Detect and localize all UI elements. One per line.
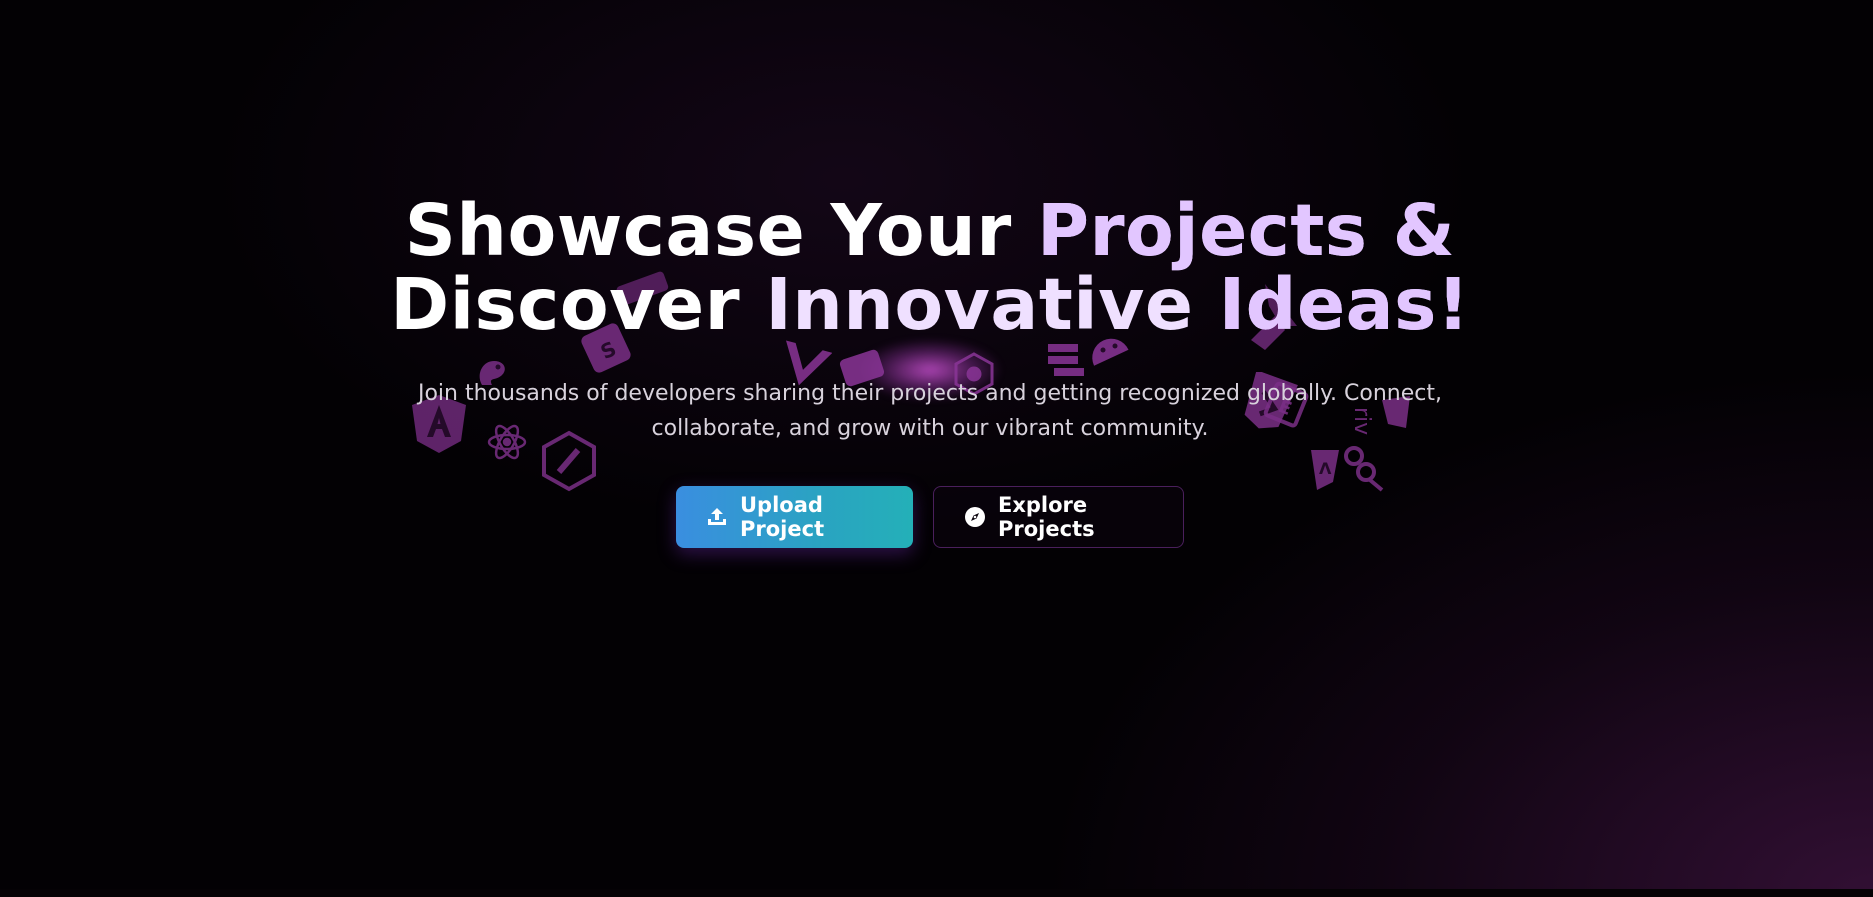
- hero-section: Showcase Your Projects & Discover Innova…: [0, 0, 1873, 897]
- hero-title-text: Discover: [390, 263, 766, 346]
- hero-title-text: Showcase Your: [404, 189, 1037, 272]
- hero-actions: Upload Project Explore Projects: [676, 486, 1184, 548]
- hero-title-accent: Projects &: [1036, 189, 1456, 272]
- compass-icon: [964, 506, 986, 528]
- upload-icon: [706, 506, 728, 528]
- explore-projects-label: Explore Projects: [998, 493, 1095, 541]
- hero-title-line-1: Showcase Your Projects &: [0, 194, 1860, 268]
- hero-title-text: Innovative: [765, 263, 1219, 346]
- landing-page: S E Ʌ riv Showcase Your Projects & Disco…: [0, 0, 1873, 897]
- bottom-edge: [0, 889, 1873, 897]
- hero-title-line-2: Discover Innovative Ideas!: [0, 268, 1860, 342]
- hero-subtitle: Join thousands of developers sharing the…: [417, 381, 1442, 441]
- hero-title-accent: Ideas!: [1218, 263, 1470, 346]
- upload-project-label: Upload Project: [740, 493, 825, 541]
- explore-projects-button[interactable]: Explore Projects: [933, 486, 1184, 548]
- upload-project-button[interactable]: Upload Project: [676, 486, 913, 548]
- hero-title: Showcase Your Projects & Discover Innova…: [0, 194, 1860, 342]
